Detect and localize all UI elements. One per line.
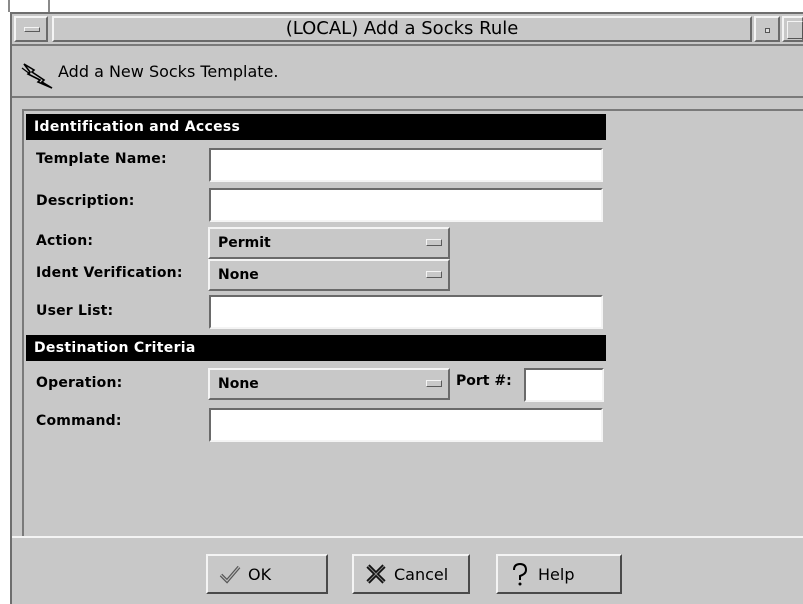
maximize-button[interactable]: [782, 16, 803, 42]
dialog-window: (LOCAL) Add a Socks Rule Add a New Socks…: [10, 12, 803, 604]
port-label: Port #:: [456, 373, 512, 389]
command-field[interactable]: [209, 408, 603, 442]
window-title: (LOCAL) Add a Socks Rule: [52, 16, 752, 42]
section-destination-heading: Destination Criteria: [26, 335, 606, 361]
operation-label: Operation:: [36, 375, 123, 391]
system-menu-icon: [24, 27, 40, 32]
dropdown-icon: [426, 239, 442, 246]
cancel-button-label: Cancel: [394, 564, 449, 584]
action-dropdown[interactable]: Permit: [208, 227, 450, 259]
ok-button[interactable]: OK: [206, 554, 328, 594]
ok-button-label: OK: [248, 564, 272, 584]
frame-edge-left: [8, 0, 10, 12]
ident-verification-label: Ident Verification:: [36, 265, 183, 281]
checkmark-icon: [219, 565, 241, 584]
operation-selected-value: None: [218, 376, 259, 392]
operation-dropdown[interactable]: None: [208, 368, 450, 400]
user-list-label: User List:: [36, 303, 114, 319]
template-name-field[interactable]: [209, 148, 603, 182]
dropdown-icon: [426, 271, 442, 278]
help-button[interactable]: Help: [496, 554, 622, 594]
help-button-label: Help: [538, 564, 575, 584]
description-field[interactable]: [209, 188, 603, 222]
minimize-button[interactable]: [754, 16, 780, 42]
dropdown-icon: [426, 380, 442, 387]
form-panel: Identification and Access Template Name:…: [22, 109, 803, 537]
action-selected-value: Permit: [218, 235, 271, 251]
description-label: Description:: [36, 193, 135, 209]
dialog-header: Add a New Socks Template.: [12, 48, 803, 98]
ident-verification-dropdown[interactable]: None: [208, 259, 450, 291]
question-mark-icon: [513, 562, 528, 586]
template-name-label: Template Name:: [36, 151, 167, 167]
x-mark-icon: [366, 564, 386, 584]
lightning-icon: [21, 63, 53, 89]
section-identification-heading: Identification and Access: [26, 114, 606, 140]
maximize-icon: [787, 21, 803, 39]
command-label: Command:: [36, 413, 122, 429]
ident-verification-selected-value: None: [218, 267, 259, 283]
dialog-subtitle: Add a New Socks Template.: [58, 62, 279, 81]
cancel-button[interactable]: Cancel: [352, 554, 470, 594]
frame-edge-mid: [48, 0, 50, 12]
port-field[interactable]: [524, 368, 604, 402]
button-bar: OK Cancel Help: [12, 536, 803, 604]
system-menu-button[interactable]: [14, 16, 48, 42]
outer-frame-top: [0, 0, 803, 12]
title-bar[interactable]: (LOCAL) Add a Socks Rule: [12, 14, 803, 46]
user-list-field[interactable]: [209, 295, 603, 329]
action-label: Action:: [36, 233, 94, 249]
minimize-icon: [765, 28, 770, 33]
